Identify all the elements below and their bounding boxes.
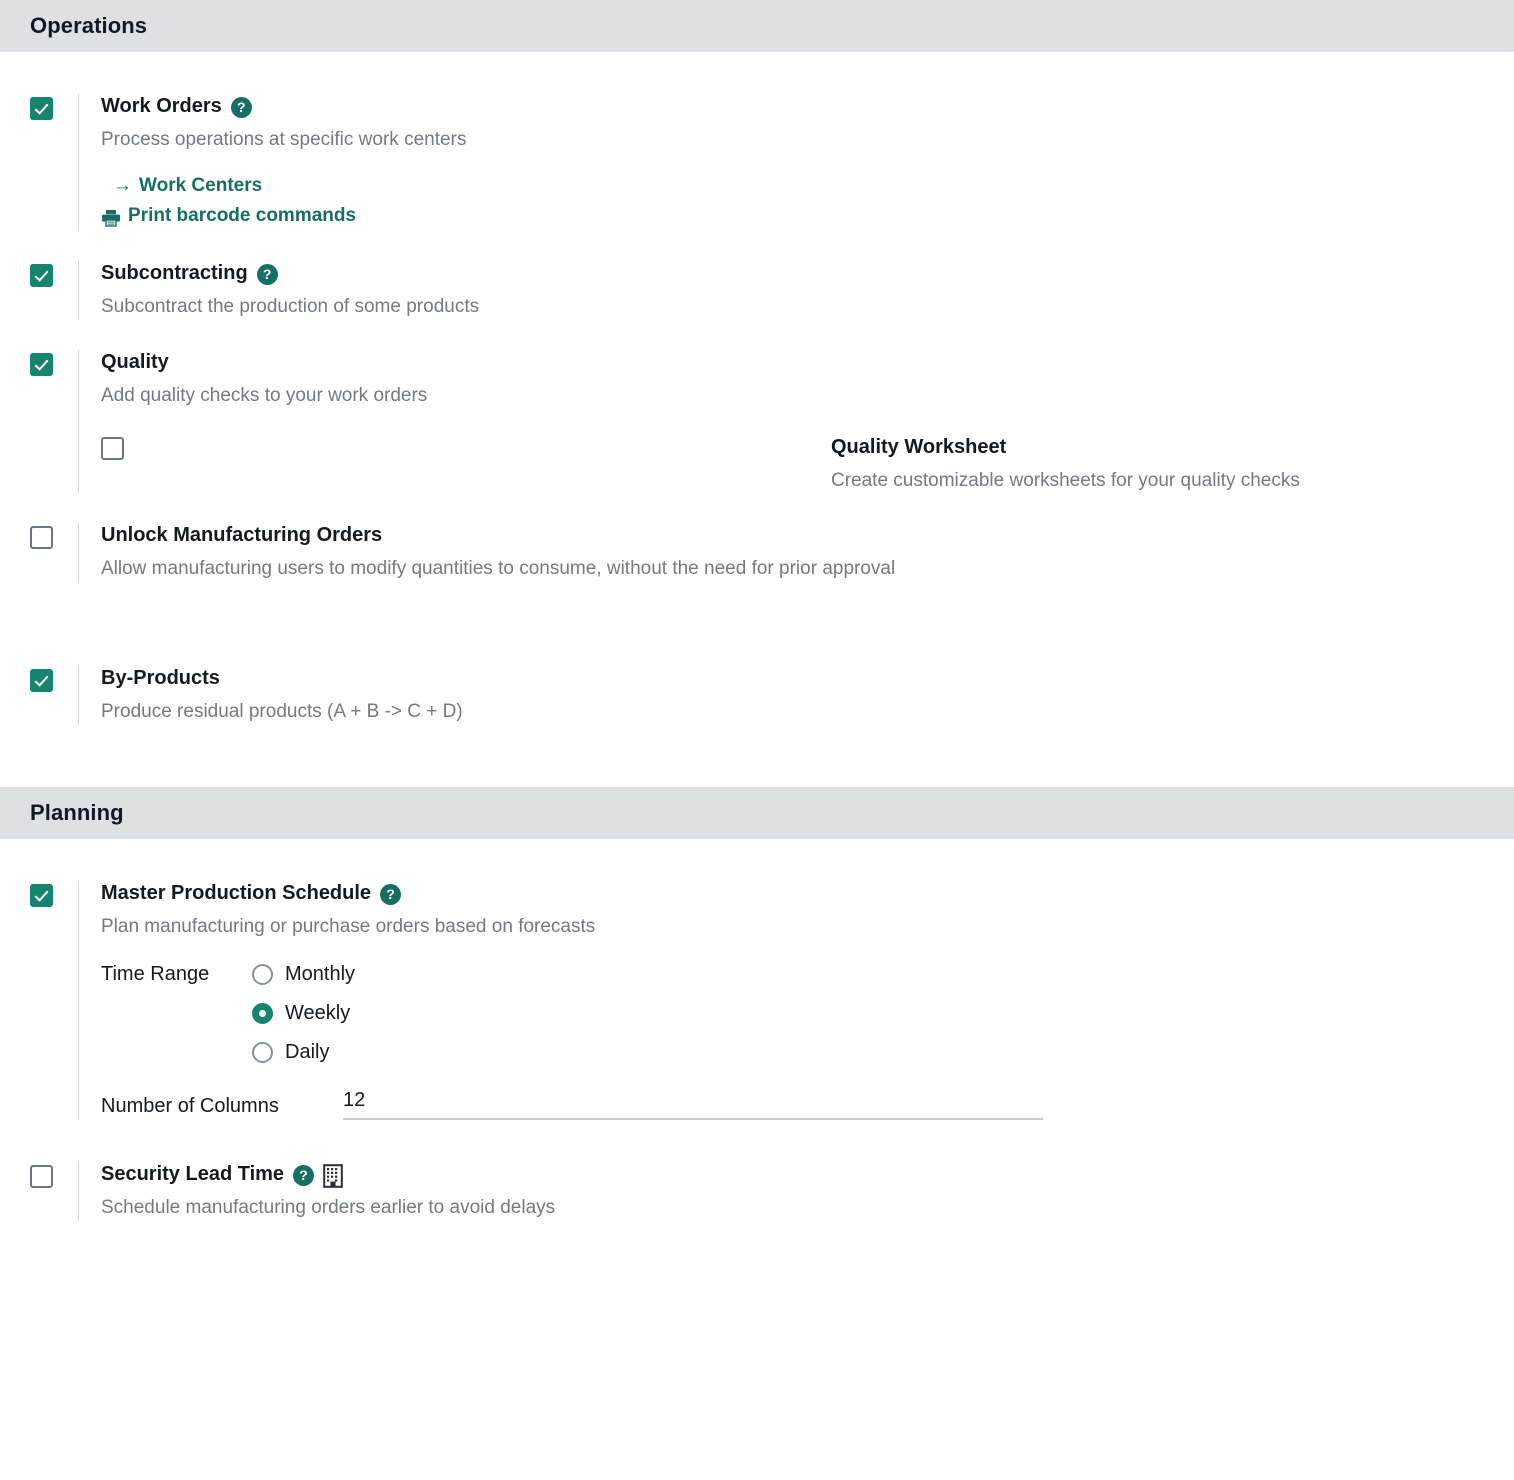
setting-description: Schedule manufacturing orders earlier to… — [101, 1197, 556, 1219]
manufacturing-settings-page: Operations Work Orders ? Process operati… — [0, 0, 1514, 1251]
company-icon — [323, 1163, 343, 1188]
setting-content: Work Orders ? Process operations at spec… — [78, 94, 1514, 232]
setting-title-row: Master Production Schedule ? — [101, 881, 1514, 906]
radio-label-weekly[interactable]: Weekly — [285, 1002, 350, 1024]
setting-content: Master Production Schedule ? Plan manufa… — [78, 880, 1514, 1121]
checkbox-unlock-manufacturing-orders[interactable] — [30, 526, 53, 550]
setting-label: Subcontracting — [101, 262, 248, 285]
link-label: Work Centers — [139, 174, 263, 196]
setting-description: Allow manufacturing users to modify quan… — [101, 558, 896, 580]
setting-label: Unlock Manufacturing Orders — [101, 524, 383, 547]
setting-label: Work Orders — [101, 95, 222, 117]
checkbox-subcontracting[interactable] — [30, 264, 53, 288]
time-range-label: Time Range — [101, 963, 210, 986]
sub-setting-description: Create customizable worksheets for your … — [831, 469, 1300, 491]
radio-label-daily[interactable]: Daily — [285, 1041, 329, 1063]
section-title: Planning — [30, 799, 124, 825]
checkbox-quality-worksheet[interactable] — [101, 436, 124, 460]
setting-row-security-lead-time: Security Lead Time ? Schedule manufactur… — [0, 1162, 1514, 1221]
setting-content: Unlock Manufacturing Orders Allow manufa… — [78, 523, 1514, 582]
setting-content: Quality Add quality checks to your work … — [78, 350, 1514, 494]
help-icon[interactable]: ? — [230, 97, 252, 118]
setting-content: Subcontracting ? Subcontract the product… — [78, 261, 1514, 321]
radio-label-monthly[interactable]: Monthly — [285, 963, 355, 985]
help-icon[interactable]: ? — [380, 883, 402, 905]
number-of-columns-field: Number of Columns — [101, 1089, 1514, 1121]
setting-content: By-Products Produce residual products (A… — [78, 665, 1514, 725]
setting-row-by-products: By-Products Produce residual products (A… — [0, 665, 1514, 725]
checkbox-cell — [30, 666, 78, 692]
setting-title-row: Unlock Manufacturing Orders — [101, 523, 1514, 548]
radio-monthly[interactable] — [252, 963, 273, 985]
number-of-columns-input[interactable] — [343, 1089, 1043, 1121]
section-title: Operations — [30, 13, 148, 38]
setting-title-row: Quality — [101, 350, 1514, 375]
setting-row-quality: Quality Add quality checks to your work … — [0, 350, 1514, 494]
link-label: Print barcode commands — [128, 205, 357, 227]
checkbox-cell — [30, 523, 78, 550]
checkbox-by-products[interactable] — [30, 668, 53, 692]
checkbox-cell — [30, 1162, 78, 1189]
setting-label: Security Lead Time — [101, 1163, 285, 1186]
radio-row-daily: Daily — [101, 1041, 1514, 1063]
link-work-centers[interactable]: → Work Centers — [101, 171, 1514, 201]
checkbox-cell — [30, 881, 78, 907]
setting-title-row: Subcontracting ? — [101, 261, 1514, 286]
setting-label: Master Production Schedule — [101, 881, 372, 904]
setting-title-row: Security Lead Time ? — [101, 1162, 1514, 1188]
setting-title-row: By-Products — [101, 666, 1514, 691]
printer-icon — [101, 207, 121, 227]
setting-links: → Work Centers Print barcode commands — [101, 171, 1514, 232]
checkbox-work-orders[interactable] — [30, 97, 53, 120]
checkbox-cell — [30, 94, 78, 120]
setting-label: By-Products — [101, 666, 220, 689]
radio-weekly[interactable] — [252, 1002, 273, 1024]
setting-description: Process operations at specific work cent… — [101, 129, 467, 150]
checkbox-security-lead-time[interactable] — [30, 1165, 53, 1189]
checkbox-cell — [30, 261, 78, 288]
setting-description: Add quality checks to your work orders — [101, 385, 428, 407]
setting-row-work-orders: Work Orders ? Process operations at spec… — [0, 94, 1514, 232]
help-icon[interactable]: ? — [256, 264, 278, 286]
number-of-columns-label: Number of Columns — [101, 1095, 279, 1118]
checkbox-cell — [30, 350, 78, 377]
radio-row-monthly: Time Range Monthly — [101, 963, 1514, 985]
help-icon[interactable]: ? — [293, 1165, 315, 1187]
time-range-radio-group: Time Range Monthly Weekly Daily — [101, 963, 1514, 1063]
setting-description: Produce residual products (A + B -> C + … — [101, 700, 463, 722]
setting-description: Subcontract the production of some produ… — [101, 296, 480, 318]
setting-row-subcontracting: Subcontracting ? Subcontract the product… — [0, 261, 1514, 321]
quality-sub-options: Quality Worksheet Create customizable wo… — [101, 435, 1514, 494]
setting-label: Quality — [101, 351, 169, 374]
radio-daily[interactable] — [252, 1041, 273, 1063]
setting-content: Security Lead Time ? Schedule manufactur… — [78, 1162, 1514, 1221]
operations-settings-body: Work Orders ? Process operations at spec… — [0, 52, 1514, 787]
setting-row-unlock-manufacturing-orders: Unlock Manufacturing Orders Allow manufa… — [0, 523, 1514, 582]
quality-worksheet-checkbox-col — [101, 435, 831, 494]
checkbox-master-production-schedule[interactable] — [30, 883, 53, 907]
radio-row-weekly: Weekly — [101, 1002, 1514, 1024]
checkbox-cell — [101, 435, 149, 465]
section-header-planning: Planning — [0, 786, 1514, 839]
setting-row-master-production-schedule: Master Production Schedule ? Plan manufa… — [0, 880, 1514, 1121]
checkbox-quality[interactable] — [30, 353, 53, 377]
sub-setting-label: Quality Worksheet — [831, 435, 1007, 458]
quality-worksheet-text-col: Quality Worksheet Create customizable wo… — [831, 435, 1514, 494]
setting-description: Plan manufacturing or purchase orders ba… — [101, 915, 596, 937]
arrow-right-icon: → — [113, 175, 132, 197]
section-header-operations: Operations — [0, 0, 1514, 52]
link-print-barcode-commands[interactable]: Print barcode commands — [101, 201, 1514, 231]
planning-settings-body: Master Production Schedule ? Plan manufa… — [0, 839, 1514, 1251]
setting-title-row: Work Orders ? — [101, 94, 1514, 119]
